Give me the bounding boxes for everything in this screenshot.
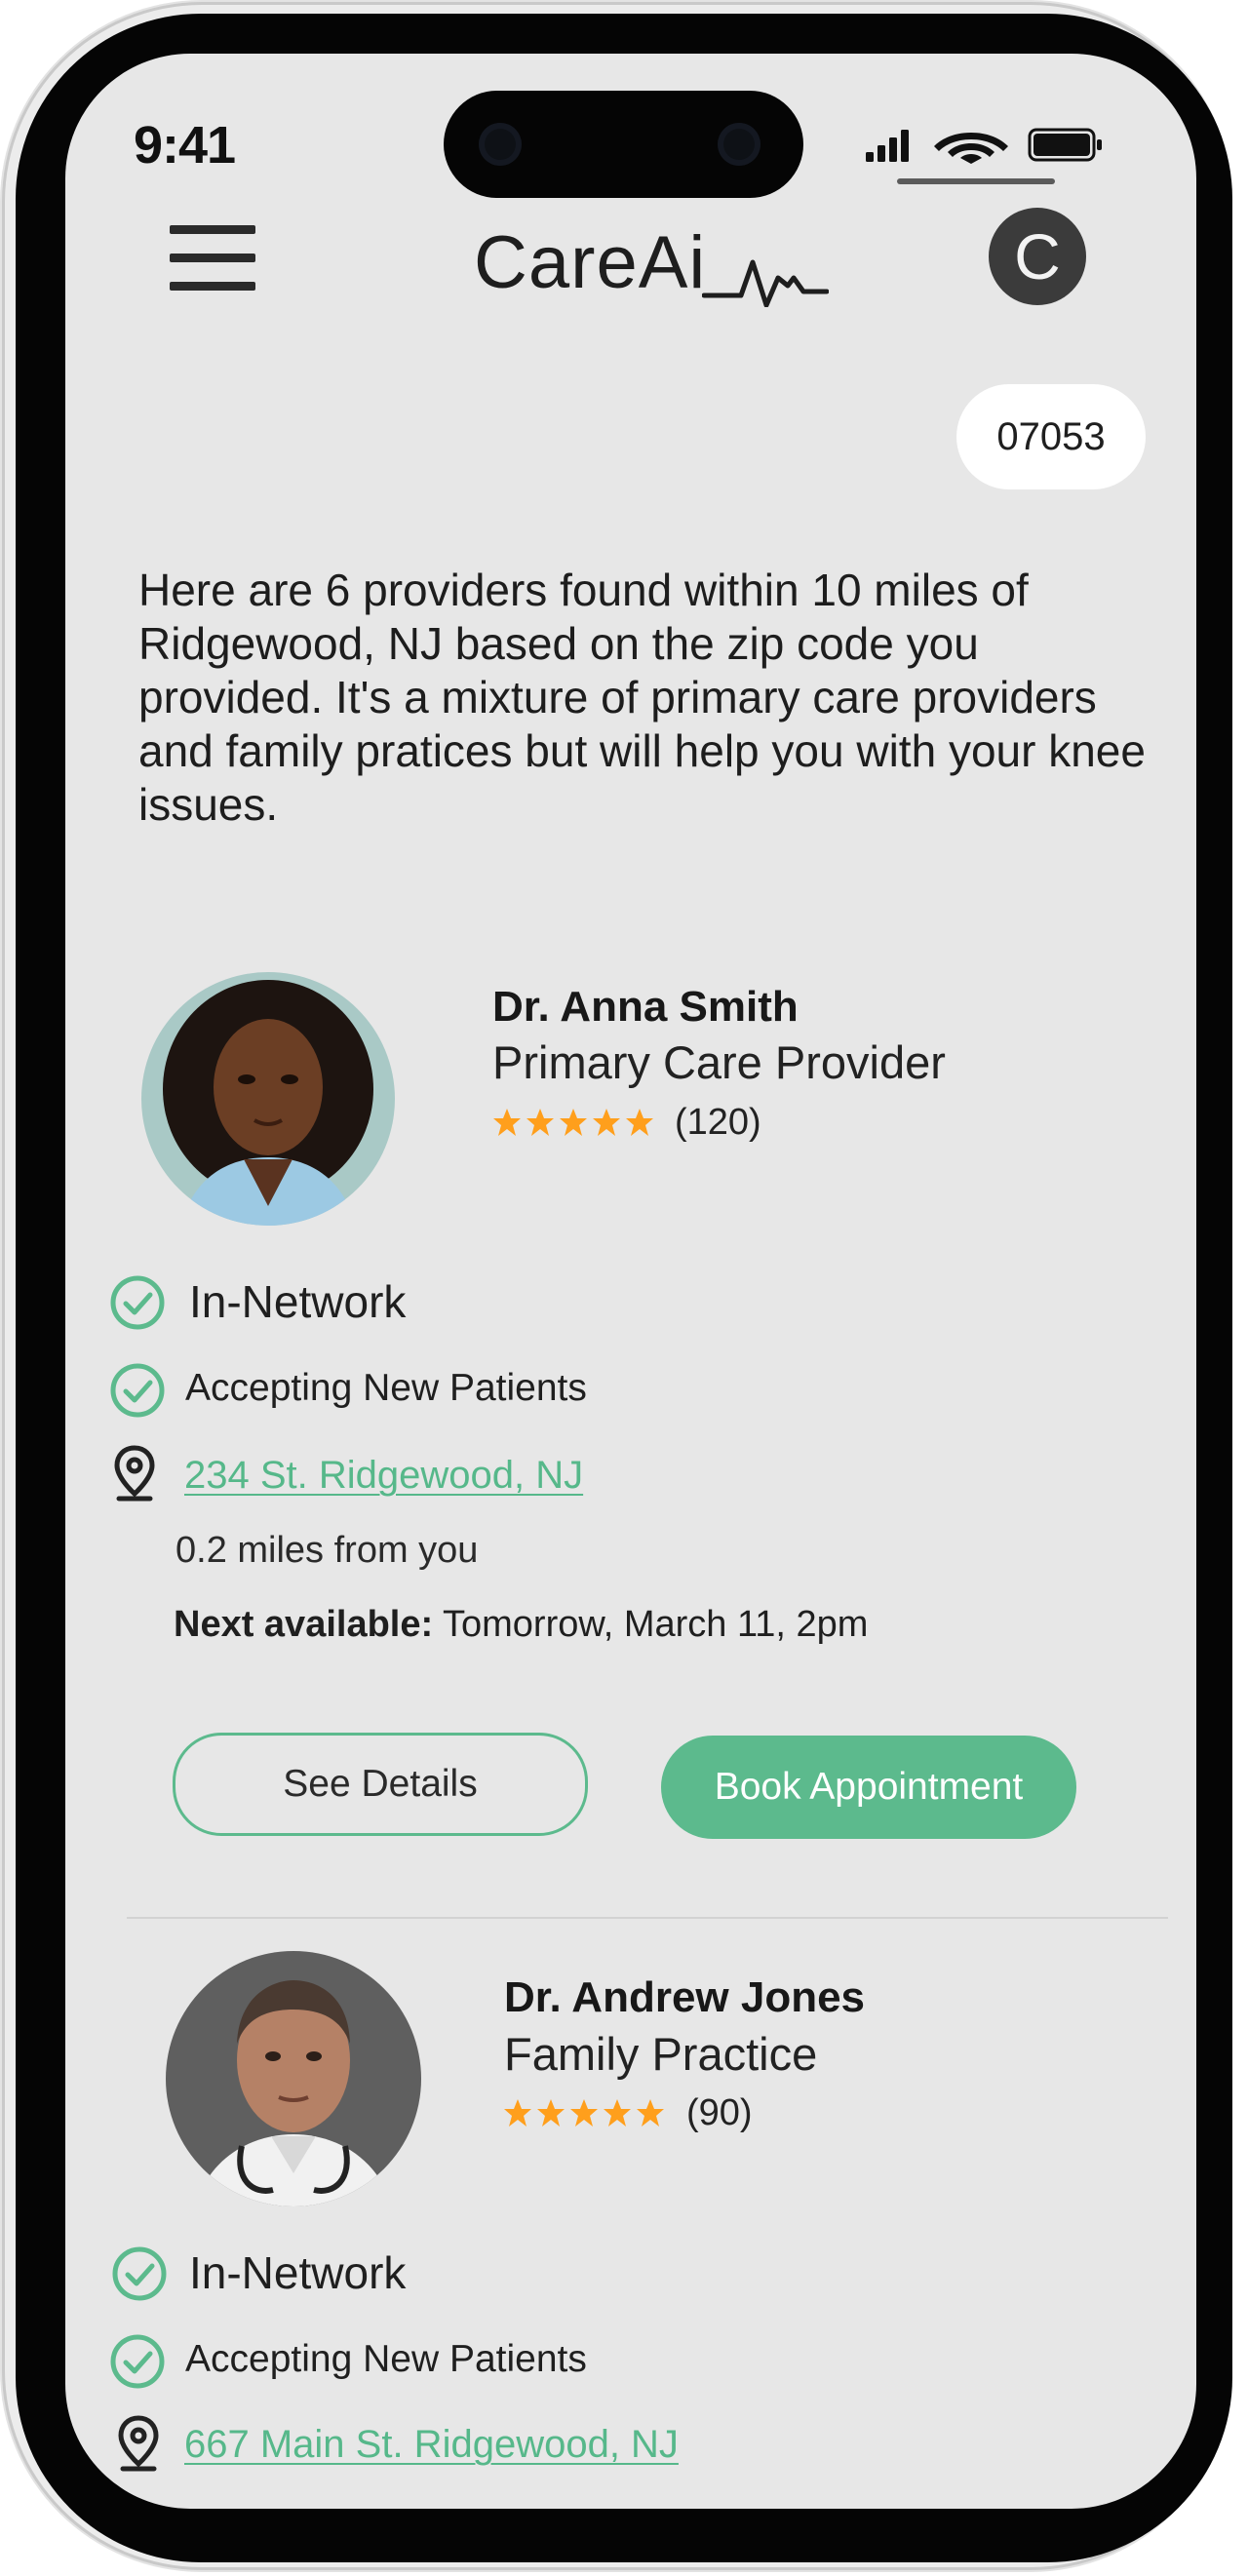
camera-icon: [479, 123, 522, 166]
see-details-button[interactable]: See Details: [173, 1733, 588, 1836]
heartbeat-icon: [702, 259, 830, 307]
menu-icon[interactable]: [166, 221, 259, 295]
sensor-icon: [718, 123, 760, 166]
location-pin-icon: [114, 1445, 155, 1502]
next-available-value: Tomorrow, March 11, 2pm: [433, 1604, 869, 1645]
provider-portrait-image: [141, 972, 395, 1226]
provider-address-link[interactable]: 667 Main St. Ridgewood, NJ: [184, 2423, 679, 2467]
status-time: 9:41: [134, 116, 236, 175]
rating-count: (120): [675, 1102, 761, 1143]
cellular-signal-icon: [866, 130, 909, 162]
check-circle-icon: [112, 2246, 167, 2301]
battery-icon: [1028, 128, 1102, 162]
rating-stars-icon: [504, 2099, 664, 2127]
user-avatar[interactable]: C: [989, 208, 1086, 305]
network-status: In-Network: [189, 2247, 407, 2298]
network-status: In-Network: [189, 1276, 407, 1327]
provider-portrait-image: [166, 1951, 421, 2206]
provider-specialty: Primary Care Provider: [492, 1036, 946, 1088]
next-available: Next available: Tomorrow, March 11, 2pm: [174, 1604, 868, 1646]
dynamic-island: [444, 91, 803, 198]
next-available-label: Next available:: [174, 1604, 434, 1645]
location-pin-icon: [118, 2415, 159, 2472]
provider-specialty: Family Practice: [504, 2028, 818, 2080]
provider-divider: [127, 1917, 1168, 1919]
provider-address-link[interactable]: 234 St. Ridgewood, NJ: [184, 1454, 583, 1498]
rating-count: (90): [686, 2092, 753, 2133]
user-zip-message: 07053: [956, 384, 1146, 489]
book-appointment-button[interactable]: Book Appointment: [661, 1736, 1076, 1839]
accepting-status: Accepting New Patients: [185, 2338, 587, 2380]
check-circle-icon: [110, 2334, 165, 2389]
rating-stars-icon: [493, 1109, 653, 1136]
check-circle-icon: [110, 1363, 165, 1418]
status-indicator-line: [897, 178, 1055, 184]
check-circle-icon: [110, 1275, 165, 1330]
assistant-message: Here are 6 providers found within 10 mil…: [138, 565, 1146, 830]
app-logo: CareAi: [474, 219, 830, 307]
wifi-icon: [934, 133, 1008, 164]
provider-distance: 0.2 miles from you: [176, 1530, 479, 1571]
provider-name[interactable]: Dr. Anna Smith: [492, 983, 799, 1032]
accepting-status: Accepting New Patients: [185, 1367, 587, 1409]
status-icons: [866, 128, 1102, 164]
provider-photo: [141, 972, 395, 1226]
logo-text: CareAi: [474, 221, 707, 304]
provider-photo: [166, 1951, 421, 2206]
provider-name[interactable]: Dr. Andrew Jones: [504, 1973, 865, 2022]
